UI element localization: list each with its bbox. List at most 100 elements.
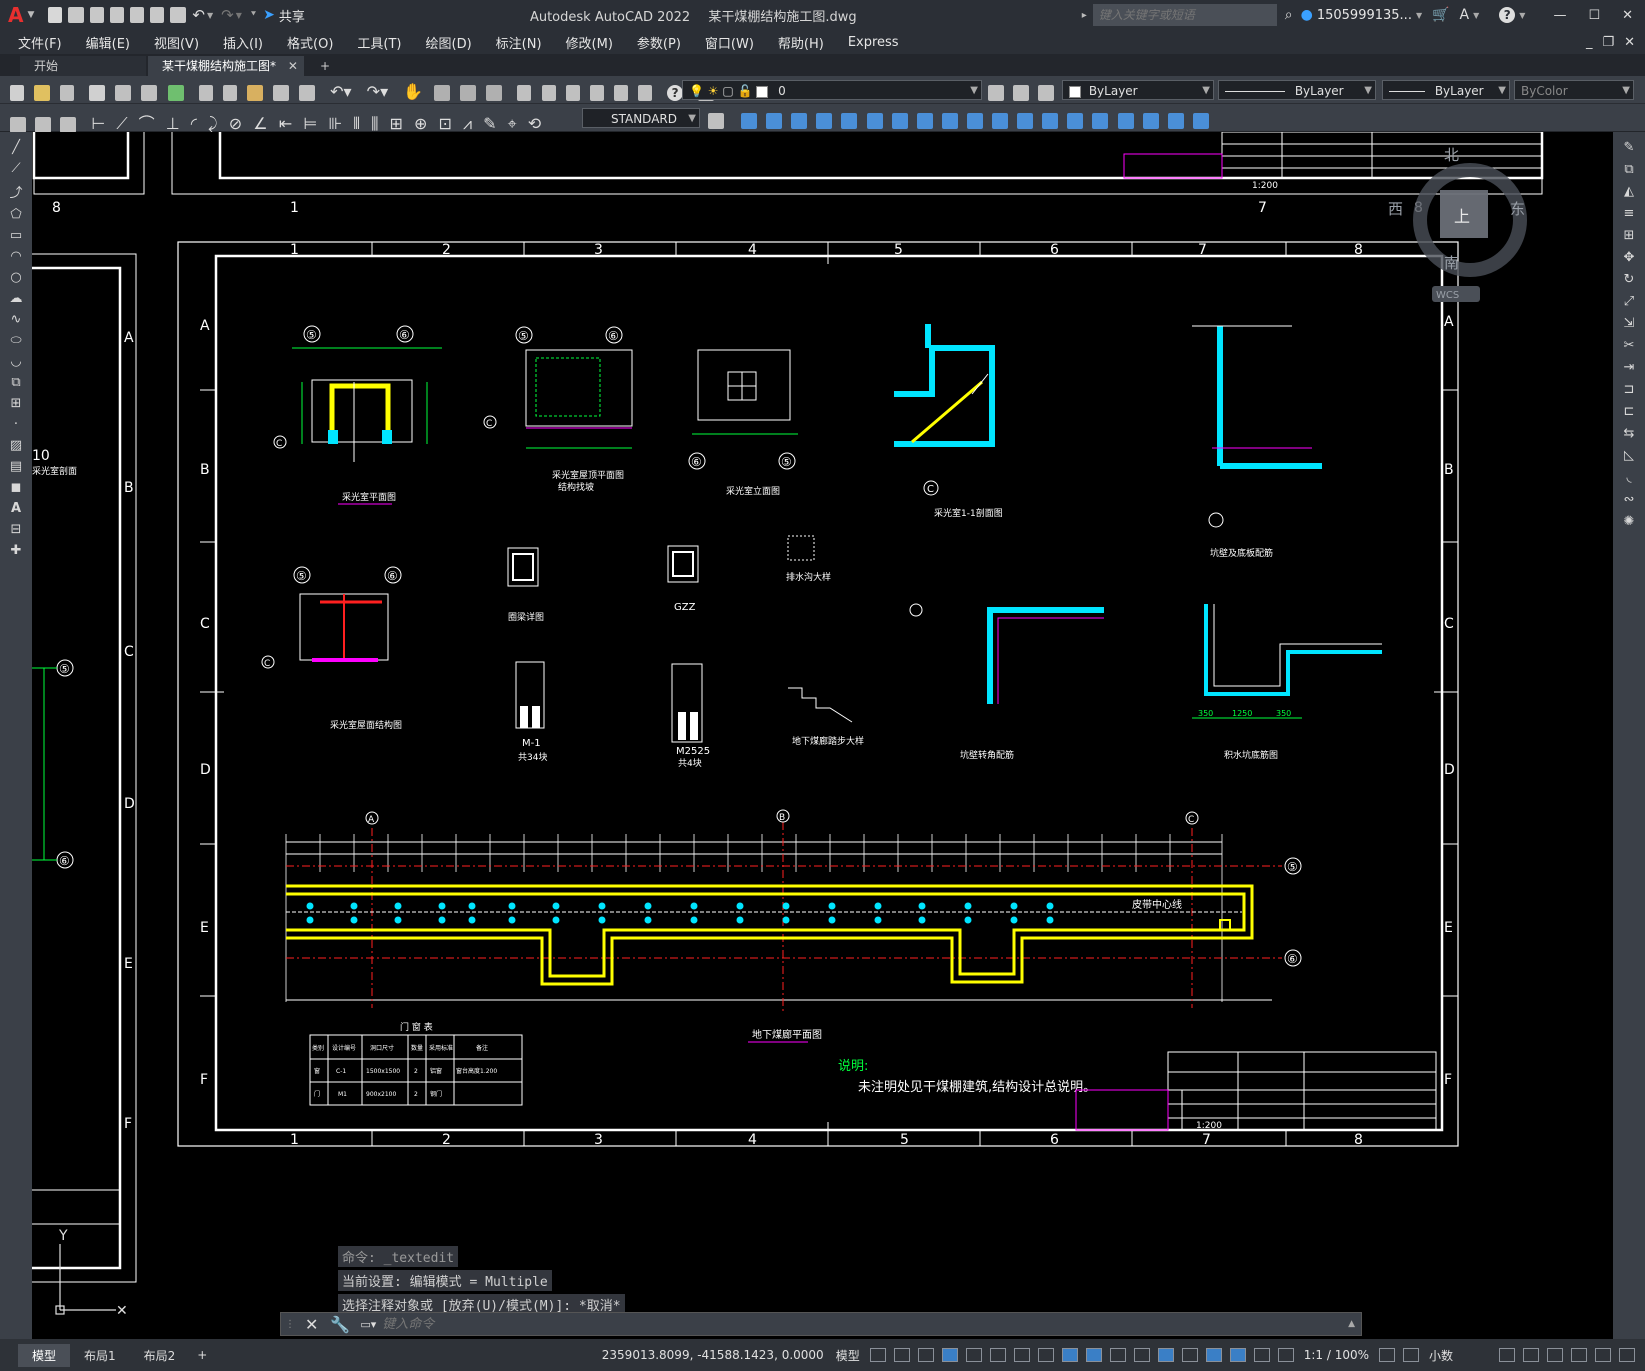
markup-icon[interactable] — [613, 84, 628, 101]
fillet-icon[interactable] — [1067, 112, 1084, 129]
ws-icon-3[interactable] — [60, 116, 77, 133]
osnap-icon[interactable] — [1037, 1348, 1054, 1362]
layer-vp-icon[interactable]: ▢ — [722, 84, 733, 98]
mtext-icon[interactable]: A — [11, 501, 21, 516]
center-mark-icon[interactable]: ⊕ — [414, 114, 427, 133]
dim-continue-icon[interactable]: ⊪ — [328, 114, 342, 133]
spline-icon[interactable]: ∿ — [11, 312, 22, 327]
help-search-input[interactable] — [1092, 4, 1277, 26]
mirror-icon[interactable] — [766, 112, 783, 129]
tool-palettes-icon[interactable] — [565, 84, 580, 101]
snap-icon[interactable] — [893, 1348, 910, 1362]
dim-edit-icon[interactable]: ✎ — [483, 114, 496, 133]
publish-3d-icon[interactable] — [167, 84, 184, 101]
point-icon[interactable]: · — [14, 417, 18, 432]
store-dropdown-icon[interactable]: ▼ — [1473, 11, 1479, 20]
tab-start[interactable]: 开始 — [20, 56, 146, 76]
maximize-button[interactable]: ☐ — [1588, 8, 1600, 23]
menu-window[interactable]: 窗口(W) — [693, 33, 766, 52]
autocad-logo[interactable]: A — [8, 3, 23, 27]
copy-icon[interactable] — [222, 84, 237, 101]
viewcube-north[interactable]: 北 — [1444, 146, 1459, 164]
scale-side-icon[interactable]: ⤢ — [1624, 294, 1634, 309]
share-button[interactable]: 共享 — [279, 6, 305, 25]
command-grip-icon[interactable]: ⋮ — [285, 1319, 295, 1330]
doc-minimize-button[interactable]: _ — [1586, 35, 1593, 50]
selection-filter-icon[interactable] — [1181, 1348, 1198, 1362]
erase-side-icon[interactable]: ✎ — [1624, 140, 1635, 155]
jogged-linear-icon[interactable]: ⩘ — [463, 114, 472, 133]
menu-draw[interactable]: 绘图(D) — [414, 33, 484, 52]
drawing-viewport[interactable]: 8 1 7 8 1:200 A B C D E F 10 采光室剖面 ⑤ ⑥ 1… — [32, 132, 1613, 1339]
layer-lock-icon[interactable]: 🔓 — [738, 84, 753, 98]
erase-icon[interactable] — [1142, 112, 1159, 129]
undo-tool-icon[interactable]: ↶▾ — [330, 82, 351, 101]
dim-text-edit-icon[interactable]: ⌖ — [508, 114, 517, 133]
menu-view[interactable]: 视图(V) — [142, 33, 211, 52]
open-icon[interactable] — [68, 7, 85, 23]
menu-express[interactable]: Express — [836, 35, 911, 50]
3d-osnap-icon[interactable] — [1133, 1348, 1150, 1362]
dim-linear-icon[interactable]: ⊢ — [91, 114, 105, 133]
break-point-side-icon[interactable]: ⊐ — [1624, 382, 1635, 397]
ellipse-icon[interactable]: ⬭ — [10, 333, 21, 348]
blend-side-icon[interactable]: ∾ — [1624, 492, 1635, 507]
polar-icon[interactable] — [965, 1348, 982, 1362]
match-properties-icon[interactable] — [272, 84, 289, 101]
menu-edit[interactable]: 编辑(E) — [74, 33, 142, 52]
menu-format[interactable]: 格式(O) — [275, 33, 345, 52]
menu-parametric[interactable]: 参数(P) — [625, 33, 693, 52]
clean-screen-icon[interactable] — [1595, 1348, 1611, 1362]
isolate-objects-icon[interactable] — [1547, 1348, 1563, 1362]
save-web-icon[interactable] — [150, 7, 165, 23]
make-block-icon[interactable]: ⊞ — [11, 396, 22, 411]
extend-icon[interactable] — [966, 112, 983, 129]
break-side-icon[interactable]: ⊏ — [1624, 404, 1635, 419]
plot-icon[interactable] — [170, 7, 187, 23]
pan-icon[interactable]: ✋ — [403, 82, 423, 101]
save-as-icon[interactable] — [110, 7, 125, 23]
measure-icon[interactable] — [1167, 112, 1184, 129]
quick-properties-icon[interactable] — [1499, 1348, 1515, 1362]
app-menu-chevron-icon[interactable]: ▼ — [27, 10, 34, 20]
dim-diameter-icon[interactable]: ⊘ — [229, 114, 242, 133]
customization-icon[interactable] — [1619, 1348, 1635, 1362]
minimize-button[interactable]: — — [1553, 8, 1566, 23]
hatch-icon[interactable]: ▨ — [10, 438, 22, 453]
units-value[interactable]: 小数 — [1423, 1347, 1495, 1364]
layer-previous-icon[interactable] — [1013, 84, 1030, 101]
selection-cycling-icon[interactable] — [1109, 1348, 1126, 1362]
offset-side-icon[interactable]: ≡ — [1624, 206, 1635, 221]
trim-icon[interactable] — [941, 112, 958, 129]
join-side-icon[interactable]: ⇆ — [1624, 426, 1635, 441]
layout-tab-1[interactable]: 布局1 — [70, 1344, 130, 1367]
model-space-toggle[interactable]: 模型 — [830, 1347, 866, 1364]
dim-arc-icon[interactable]: ⌒ — [139, 114, 155, 133]
annotation-visibility-icon[interactable] — [1229, 1348, 1246, 1362]
infer-icon[interactable] — [917, 1348, 934, 1362]
region-icon[interactable]: ◼ — [11, 480, 22, 495]
customize-qat-icon[interactable]: ⯆ — [250, 10, 257, 20]
fillet-side-icon[interactable]: ◟ — [1626, 470, 1631, 485]
chamfer-icon[interactable] — [1042, 112, 1059, 129]
viewcube-west[interactable]: 西 — [1388, 200, 1403, 218]
revcloud-icon[interactable]: ☁ — [10, 291, 23, 306]
table-icon[interactable]: ⊟ — [11, 522, 22, 537]
menu-insert[interactable]: 插入(I) — [211, 33, 275, 52]
share-icon[interactable]: ➤ — [263, 7, 275, 23]
undo-icon[interactable]: ↶ — [192, 6, 205, 24]
explode-icon[interactable] — [1117, 112, 1134, 129]
drawing-canvas[interactable]: 8 1 7 8 1:200 A B C D E F 10 采光室剖面 ⑤ ⑥ 1… — [32, 132, 1613, 1339]
undo-dropdown-icon[interactable]: ▼ — [207, 11, 213, 20]
gradient-icon[interactable]: ▤ — [10, 459, 22, 474]
open-web-icon[interactable] — [130, 7, 145, 23]
line-icon[interactable]: ╱ — [12, 140, 20, 155]
command-customize-icon[interactable]: 🔧 — [330, 1315, 350, 1334]
open-file-icon[interactable] — [34, 84, 51, 101]
copy-obj-icon[interactable] — [741, 112, 758, 129]
lineweight-dropdown-icon[interactable]: ▼ — [1498, 81, 1506, 99]
command-scroll-icon[interactable]: ▲ — [1348, 1319, 1355, 1329]
add-selected-icon[interactable]: ✚ — [11, 543, 22, 558]
doc-close-button[interactable]: ✕ — [1624, 35, 1635, 50]
annotation-scale-value[interactable]: 1:1 / 100% — [1298, 1348, 1375, 1362]
